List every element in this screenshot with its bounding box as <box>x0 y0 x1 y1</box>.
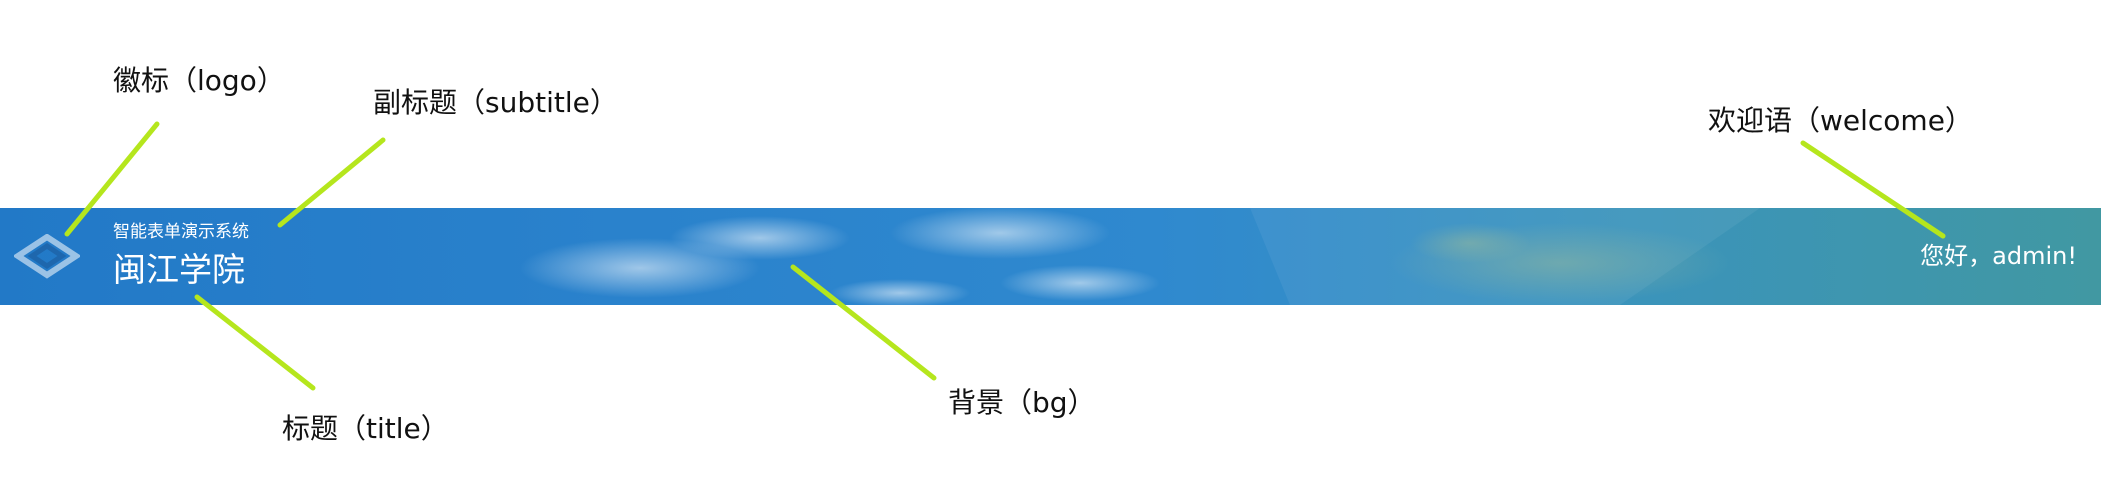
banner-title: 闽江学院 <box>113 250 245 289</box>
callout-label-title: 标题（title） <box>282 412 449 445</box>
callout-label-logo: 徽标（logo） <box>113 64 285 97</box>
callout-label-welcome: 欢迎语（welcome） <box>1708 104 1973 137</box>
header-banner: 智能表单演示系统 闽江学院 您好，admin! <box>0 208 2101 305</box>
banner-background-image <box>520 208 1760 305</box>
callout-label-subtitle: 副标题（subtitle） <box>373 86 618 119</box>
callout-label-bg: 背景（bg） <box>948 386 1096 419</box>
leader-line-title <box>194 294 316 391</box>
logo-icon <box>14 234 80 279</box>
banner-subtitle: 智能表单演示系统 <box>113 222 249 242</box>
welcome-message: 您好，admin! <box>1920 242 2077 270</box>
